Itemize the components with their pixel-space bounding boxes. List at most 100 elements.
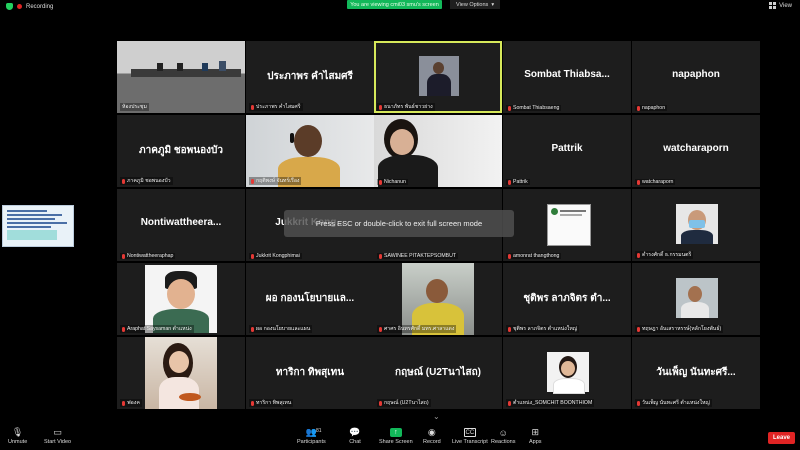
participant-name-label: Sombat Thiabsaeng bbox=[506, 105, 562, 111]
recording-indicator[interactable]: Recording bbox=[6, 3, 53, 10]
record-label: Record bbox=[423, 439, 441, 445]
participant-tile[interactable]: Sombat Thiabsa... Sombat Thiabsaeng bbox=[503, 41, 631, 113]
view-button[interactable]: View bbox=[769, 2, 792, 9]
unmute-button[interactable]: 🎙 Unmute bbox=[8, 427, 28, 445]
mic-muted-icon bbox=[122, 326, 125, 332]
participant-display-name: วันเพ็ญ นันทะศรี... bbox=[656, 367, 736, 378]
mic-muted-icon bbox=[379, 253, 382, 259]
participant-tile[interactable]: Pattrik Pattrik bbox=[503, 115, 631, 187]
grid-view-icon bbox=[769, 2, 777, 9]
participant-display-name: Sombat Thiabsa... bbox=[524, 69, 610, 80]
participant-tile[interactable]: กฤษณ์ (U2Tนาไสถ) กฤษณ์ (U2Tนาไสถ) bbox=[374, 337, 502, 409]
participant-tile[interactable]: ดำรงศักดิ์ ธ.กรรมนตรี bbox=[632, 189, 760, 261]
participant-tile[interactable]: วันเพ็ญ นันทะศรี... วันเพ็ญ นันทะศรี ตำแ… bbox=[632, 337, 760, 409]
participant-tile[interactable]: Nichanun bbox=[374, 115, 502, 187]
participant-tile[interactable]: amonrat thangthong bbox=[503, 189, 631, 261]
participant-name-label: ภาคภูมิ ชอพนองบัว bbox=[120, 177, 173, 185]
chevron-down-icon: ▾ bbox=[491, 1, 495, 8]
participant-name-label: ทาริกา ทิพสุเทน bbox=[249, 399, 294, 407]
participant-display-name: ชุติพร ลาภจิตร ตำ... bbox=[523, 293, 611, 304]
participant-tile[interactable]: Araphat Saysaman ตำแหน่ง bbox=[117, 263, 245, 335]
apps-button[interactable]: ⊞ Apps bbox=[529, 427, 542, 445]
mic-muted-icon bbox=[379, 326, 382, 332]
participant-name-label: ทฤษฎา อันเสราหรรษ์(หลักโยงพันธ์) bbox=[635, 325, 724, 333]
mic-muted-icon bbox=[122, 178, 125, 184]
closed-captions-icon: CC bbox=[463, 428, 476, 437]
participant-name-label: Pattrik bbox=[506, 179, 530, 185]
viewing-banner: You are viewing cmi03 smu's screen bbox=[347, 0, 442, 9]
video-feed bbox=[419, 56, 459, 96]
participant-tile[interactable]: ภาคภูมิ ชอพนองบัว ภาคภูมิ ชอพนองบัว bbox=[117, 115, 245, 187]
chat-button[interactable]: 💬 Chat bbox=[349, 427, 361, 445]
participant-tile[interactable]: ตำแหน่ง_SOMCHIT BOONTHIOM bbox=[503, 337, 631, 409]
participant-name-label: Nichanun bbox=[377, 179, 408, 185]
participant-display-name: กฤษณ์ (U2Tนาไสถ) bbox=[395, 367, 481, 378]
participant-tile[interactable]: Nontiwattheera... Nontiwattheeraphap bbox=[117, 189, 245, 261]
share-screen-button[interactable]: ↑ Share Screen bbox=[379, 428, 413, 445]
shared-screen-thumbnail[interactable] bbox=[2, 205, 74, 247]
participant-name-label: watcharaporn bbox=[635, 179, 676, 185]
mic-muted-icon bbox=[122, 400, 125, 406]
video-camera-off-icon: ▭ bbox=[53, 427, 62, 437]
participant-tile[interactable]: ทาริกา ทิพสุเทน ทาริกา ทิพสุเทน bbox=[246, 337, 374, 409]
participant-tile[interactable]: ศาศร อินทรศักดิ์ มทร.ศาลาแดง bbox=[374, 263, 502, 335]
mic-muted-icon bbox=[122, 253, 125, 259]
chat-label: Chat bbox=[349, 439, 361, 445]
participant-tile[interactable]: ฟองค bbox=[117, 337, 245, 409]
participant-tile[interactable]: ห้องประชุม bbox=[117, 41, 245, 113]
participant-name-label: SAWINEE PITAKTEPSOMBUT bbox=[377, 253, 459, 259]
participant-tile[interactable]: กฤติพงษ์ จันทร์เรือง bbox=[246, 115, 374, 187]
video-feed bbox=[374, 115, 502, 187]
reactions-label: Reactions bbox=[491, 439, 516, 445]
reactions-button[interactable]: ☺ Reactions bbox=[491, 428, 516, 446]
participant-name-label: ศาศร อินทรศักดิ์ มทร.ศาลาแดง bbox=[377, 325, 457, 333]
participant-name-label: ตำแหน่ง_SOMCHIT BOONTHIOM bbox=[506, 399, 595, 407]
participant-display-name: ผอ กองนโยบายแล... bbox=[265, 293, 355, 304]
participant-tile-active-speaker[interactable]: ธนาภัทร พันธ์ชาวย่าง bbox=[374, 41, 502, 113]
mic-muted-icon bbox=[251, 326, 254, 332]
participant-name-label: ฟองค bbox=[120, 399, 142, 407]
unmute-label: Unmute bbox=[8, 439, 28, 445]
mic-muted-icon bbox=[251, 253, 254, 259]
participant-name-label: วันเพ็ญ นันทะศรี ตำแหน่งใหญ่ bbox=[635, 399, 712, 407]
live-transcript-button[interactable]: CC Live Transcript bbox=[452, 428, 488, 445]
participant-tile[interactable]: ชุติพร ลาภจิตร ตำ... ชุติพร ลาภจิตร ตำแห… bbox=[503, 263, 631, 335]
start-video-button[interactable]: ▭ Start Video bbox=[44, 427, 71, 445]
view-label: View bbox=[779, 2, 792, 9]
mic-muted-icon bbox=[637, 179, 640, 185]
participant-tile[interactable]: ผอ กองนโยบายแล... ผอ กองนโยบายและแผน bbox=[246, 263, 374, 335]
participant-display-name: ประภาพร คำไสมศรี bbox=[267, 71, 353, 82]
participant-name-label: กฤษณ์ (U2Tนาไสถ) bbox=[377, 399, 431, 407]
participant-tile[interactable]: watcharaporn watcharaporn bbox=[632, 115, 760, 187]
participant-name-label: ผอ กองนโยบายและแผน bbox=[249, 325, 313, 333]
chevron-down-icon[interactable]: ⌄ bbox=[433, 412, 440, 421]
mic-muted-icon bbox=[637, 105, 640, 111]
participants-label: Participants bbox=[297, 439, 326, 445]
participant-name-label: กฤติพงษ์ จันทร์เรือง bbox=[249, 177, 302, 185]
view-options-button[interactable]: View Options ▾ bbox=[450, 0, 501, 9]
share-screen-label: Share Screen bbox=[379, 439, 413, 445]
participant-display-name: watcharaporn bbox=[663, 143, 729, 154]
leave-button[interactable]: Leave bbox=[768, 432, 795, 444]
participant-name-label: Jukkrit Kongphimai bbox=[249, 253, 302, 259]
mic-muted-icon bbox=[508, 253, 511, 259]
top-bar: Recording You are viewing cmi03 smu's sc… bbox=[0, 0, 800, 14]
participant-display-name: napaphon bbox=[672, 69, 720, 80]
participant-tile[interactable]: ทฤษฎา อันเสราหรรษ์(หลักโยงพันธ์) bbox=[632, 263, 760, 335]
mic-muted-icon bbox=[637, 326, 640, 332]
mic-muted-icon bbox=[379, 179, 382, 185]
participant-tile[interactable]: ประภาพร คำไสมศรี ประภาพร คำไสมศรี bbox=[246, 41, 374, 113]
record-button[interactable]: ◉ Record bbox=[423, 427, 441, 445]
live-transcript-label: Live Transcript bbox=[452, 439, 488, 445]
participant-tile[interactable]: napaphon napaphon bbox=[632, 41, 760, 113]
mic-muted-icon bbox=[251, 400, 254, 406]
video-feed bbox=[676, 204, 718, 244]
mic-muted-icon bbox=[637, 252, 640, 258]
mic-muted-icon bbox=[379, 104, 382, 110]
fullscreen-exit-toast: Press ESC or double-click to exit full s… bbox=[284, 210, 514, 237]
participant-name-label: ห้องประชุม bbox=[120, 103, 149, 111]
mic-muted-icon bbox=[508, 105, 511, 111]
video-feed bbox=[547, 352, 589, 394]
view-options-label: View Options bbox=[456, 1, 489, 8]
apps-grid-icon: ⊞ bbox=[531, 427, 540, 437]
